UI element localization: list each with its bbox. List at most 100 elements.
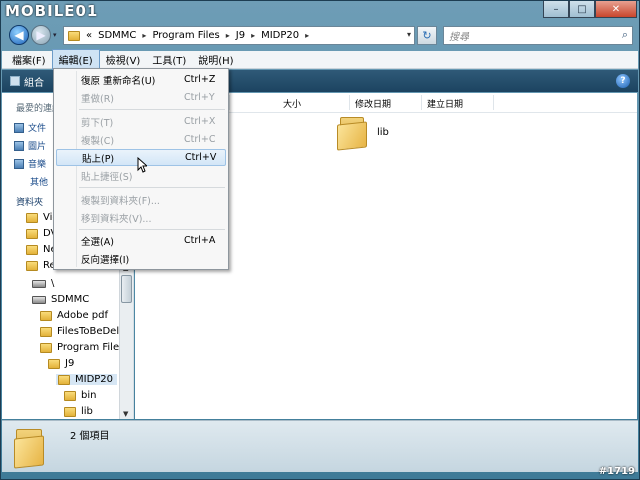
menu-item-copy[interactable]: 複製(C) Ctrl+C [56, 131, 226, 148]
forward-button[interactable]: ▶ [31, 25, 51, 45]
menu-item-label: 剪下(T) [81, 117, 114, 129]
tree-item-label: \ [51, 278, 55, 289]
sidebar-link-more[interactable]: 其他 [30, 175, 48, 188]
drive-icon [32, 295, 46, 304]
menu-item-shortcut: Ctrl+A [184, 235, 216, 246]
folder-icon [64, 390, 76, 401]
window-controls: – □ ✕ [543, 1, 637, 18]
folder-icon [14, 427, 44, 469]
folders-header[interactable]: 資料夾 [16, 195, 43, 208]
menu-item-move-to-folder[interactable]: 移到資料夾(V)... [56, 209, 226, 226]
tree-item-label: Program Files [57, 342, 125, 353]
tree-item-label: J9 [65, 358, 75, 369]
folder-icon [64, 406, 76, 417]
address-dropdown-icon[interactable]: ▾ [407, 30, 411, 39]
sidebar-link-label: 圖片 [28, 142, 47, 152]
breadcrumb-j9[interactable]: J9 [236, 30, 245, 41]
menu-tools[interactable]: 工具(T) [146, 50, 192, 69]
folder-front [337, 121, 367, 151]
column-modified[interactable]: 修改日期 [355, 97, 391, 110]
tree-item[interactable]: FilesToBeDele [40, 326, 125, 337]
sidebar-link-music[interactable]: 音樂 [14, 157, 46, 170]
back-button[interactable]: ◀ [9, 25, 29, 45]
organize-button[interactable]: 組合 [24, 74, 44, 89]
details-pane: 2 個項目 [2, 420, 638, 472]
menu-separator [79, 229, 225, 230]
breadcrumb-midp20[interactable]: MIDP20 [261, 30, 299, 41]
folder-icon [58, 374, 70, 385]
sidebar-link-label: 音樂 [28, 160, 47, 170]
sidebar-link-documents[interactable]: 文件 [14, 121, 46, 134]
menu-edit[interactable]: 編輯(E) [51, 49, 100, 70]
tree-item[interactable]: \ [32, 278, 54, 289]
menu-item-invert-selection[interactable]: 反向選擇(I) [56, 250, 226, 267]
folder-icon [40, 326, 52, 337]
file-item-label[interactable]: lib [377, 127, 389, 138]
menu-item-copy-to-folder[interactable]: 複製到資料夾(F)... [56, 191, 226, 208]
menu-item-label: 移到資料夾(V)... [81, 213, 152, 225]
folder-icon [40, 310, 52, 321]
chevron-right-icon[interactable]: ▸ [226, 31, 230, 40]
chevron-right-icon[interactable]: ▸ [305, 31, 309, 40]
mouse-cursor-icon [137, 157, 147, 173]
column-created[interactable]: 建立日期 [427, 97, 463, 110]
search-input[interactable]: 搜尋 ⌕ [443, 26, 633, 45]
menu-item-shortcut: Ctrl+X [184, 116, 216, 127]
menu-item-shortcut: Ctrl+V [185, 152, 217, 163]
breadcrumb-overflow[interactable]: « [86, 30, 92, 41]
scroll-thumb[interactable] [121, 275, 132, 303]
drive-icon [32, 279, 46, 288]
menu-item-undo-rename[interactable]: 復原 重新命名(U) Ctrl+Z [56, 71, 226, 88]
recent-pages-dropdown-icon[interactable]: ▾ [53, 31, 57, 39]
menu-item-label: 複製(C) [81, 135, 115, 147]
menu-item-label: 反向選擇(I) [81, 254, 130, 266]
pictures-icon [14, 140, 24, 151]
column-size[interactable]: 大小 [283, 97, 301, 110]
sidebar-scrollbar[interactable]: ▲ ▼ [119, 263, 133, 419]
tree-item-label: Adobe pdf [57, 310, 109, 321]
menu-item-label: 復原 重新命名(U) [81, 75, 156, 87]
minimize-button[interactable]: – [543, 1, 569, 18]
column-divider[interactable] [349, 95, 350, 110]
scroll-down-icon[interactable]: ▼ [123, 410, 128, 418]
chevron-right-icon[interactable]: ▸ [251, 31, 255, 40]
menu-file[interactable]: 檔案(F) [6, 50, 52, 69]
menu-item-redo[interactable]: 重做(R) Ctrl+Y [56, 89, 226, 106]
menu-item-label: 貼上(P) [82, 153, 115, 165]
help-icon[interactable]: ? [616, 74, 630, 88]
breadcrumb-sdmmc[interactable]: SDMMC [98, 30, 136, 41]
tree-item-label: FilesToBeDele [57, 326, 126, 337]
tree-item[interactable]: Adobe pdf [40, 310, 108, 321]
menu-item-cut[interactable]: 剪下(T) Ctrl+X [56, 113, 226, 130]
documents-icon [14, 122, 24, 133]
tree-item[interactable]: SDMMC [32, 294, 89, 305]
tree-item[interactable]: J9 [48, 358, 74, 369]
address-bar[interactable]: « SDMMC ▸ Program Files ▸ J9 ▸ MIDP20 ▸ … [63, 26, 415, 45]
chevron-right-icon[interactable]: ▸ [142, 31, 146, 40]
menu-view[interactable]: 檢視(V) [100, 50, 147, 69]
folder-icon[interactable] [337, 115, 367, 151]
refresh-button[interactable]: ↻ [417, 26, 437, 45]
tree-item[interactable]: lib [64, 406, 93, 417]
menu-item-shortcut: Ctrl+C [184, 134, 216, 145]
recycle-bin-icon [26, 260, 38, 271]
sidebar-link-pictures[interactable]: 圖片 [14, 139, 46, 152]
menu-help[interactable]: 說明(H) [192, 50, 239, 69]
breadcrumb-program-files[interactable]: Program Files [152, 30, 219, 41]
menu-item-label: 貼上捷徑(S) [81, 171, 133, 183]
tree-item[interactable]: bin [64, 390, 96, 401]
menu-item-select-all[interactable]: 全選(A) Ctrl+A [56, 232, 226, 249]
maximize-button[interactable]: □ [569, 1, 595, 18]
folder-front [14, 435, 44, 469]
column-divider[interactable] [421, 95, 422, 110]
menu-item-shortcut: Ctrl+Y [184, 92, 215, 103]
close-button[interactable]: ✕ [595, 1, 637, 18]
folder-icon [26, 228, 38, 239]
tree-item-selected[interactable]: MIDP20 [56, 374, 118, 385]
tree-item[interactable]: Program Files [40, 342, 124, 353]
column-divider[interactable] [229, 95, 230, 110]
search-icon[interactable]: ⌕ [622, 28, 628, 42]
network-icon [26, 244, 38, 255]
column-divider[interactable] [493, 95, 494, 110]
item-count: 2 個項目 [70, 431, 110, 442]
